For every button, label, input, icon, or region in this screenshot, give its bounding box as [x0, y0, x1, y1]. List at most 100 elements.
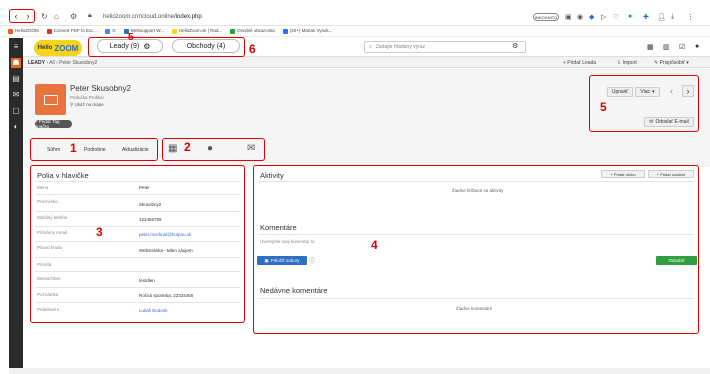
logo-hello: Hello — [37, 45, 53, 51]
edit-button[interactable]: Upraviť — [607, 87, 633, 97]
breadcrumb-all[interactable]: All — [49, 60, 55, 66]
recent-comments-empty: Žiadne komentáre — [456, 306, 493, 311]
send-comment-button[interactable]: Odoslať — [656, 256, 697, 265]
field-value[interactable]: Peter — [139, 185, 150, 190]
comment-tab-icon[interactable]: ● — [207, 143, 213, 154]
checkbox-icon[interactable]: ☑ — [679, 43, 685, 51]
url-path: /index.php — [174, 14, 202, 20]
calendar-tab-icon[interactable]: ▦ — [168, 143, 177, 154]
tab-obchody[interactable]: Obchody (4) — [172, 39, 240, 53]
forward-arrow-icon[interactable]: › — [27, 11, 30, 21]
send-email-label: Odoslať E-mail — [655, 119, 689, 125]
shield-icon[interactable]: ◆ — [589, 13, 594, 21]
activities-title: Aktivity — [260, 171, 284, 180]
field-value-email[interactable]: peter.mochnal@hotpou.sk — [139, 232, 191, 237]
search-input[interactable]: ⌕ Zadajte hľadaný výraz — [364, 41, 526, 53]
puzzle-icon[interactable]: ✚ — [643, 13, 649, 21]
contacts-icon[interactable]: ▤ — [11, 74, 21, 84]
url-host: heliozoom.crmcloud.online — [103, 14, 175, 20]
field-value-assignee[interactable]: Lukáš Bodonk — [139, 308, 168, 313]
send-email-button[interactable]: ✉ Odoslať E-mail — [644, 117, 694, 127]
settings-icon[interactable]: ◐ — [11, 122, 21, 132]
screenshot-icon[interactable]: ▣ — [565, 13, 572, 21]
menu-dots-icon[interactable]: ⋮ — [687, 13, 694, 21]
calendar-icon[interactable]: ▦ — [647, 43, 654, 51]
leads-icon[interactable]: ☗ — [11, 58, 21, 68]
envelope-icon: ✉ — [649, 119, 654, 125]
logo-zoom: ZOOM — [54, 43, 79, 53]
field-value[interactable]: Webstránka - Mám záujem — [139, 248, 193, 253]
field-value[interactable]: testdlen — [139, 278, 155, 283]
camera-icon[interactable]: ◉ — [577, 13, 583, 21]
home-icon[interactable]: ⌂ — [54, 12, 59, 21]
extension-icon[interactable]: ● — [628, 13, 632, 20]
previous-record-icon[interactable]: ‹ — [670, 86, 673, 96]
tab-leady-label: Leady (9) — [109, 42, 140, 50]
bookmark-favicon-icon — [171, 28, 177, 34]
tab-details[interactable]: Podrobne — [84, 147, 106, 153]
settings-gear-icon[interactable]: ⚙ — [143, 42, 150, 51]
record-tabs: Súhrn Podrobne Aktualizácie — [30, 138, 158, 161]
incognito-badge[interactable]: INKOGNITO — [533, 13, 559, 21]
breadcrumb-module[interactable]: LEADY — [28, 60, 45, 66]
record-address-label: Ukáž na mape — [74, 102, 104, 107]
search-placeholder: Zadajte hľadaný výraz — [375, 44, 426, 50]
back-arrow-icon[interactable]: ‹ — [15, 11, 18, 21]
field-value[interactable]: 123456789 — [139, 217, 162, 222]
recent-comments-title: Nedávne komentáre — [260, 286, 328, 295]
comment-input[interactable]: Uverejnite svoj komentár tu — [260, 239, 315, 244]
chart-icon[interactable]: ▥ — [663, 43, 670, 51]
customize-button[interactable]: ✎ Prispôsobiť ▾ — [654, 60, 689, 66]
send-icon[interactable]: ▷ — [601, 13, 606, 21]
bookmark-favicon-icon — [46, 28, 52, 34]
add-lead-button[interactable]: + Pridať Leada — [563, 60, 596, 66]
attach-label: Priložiť súbory — [270, 258, 300, 263]
docs-icon[interactable]: ▢ — [11, 106, 21, 116]
tab-updates[interactable]: Aktualizácie — [122, 147, 149, 153]
tab-summary[interactable]: Súhrn — [47, 147, 60, 153]
download-icon[interactable]: ⤓ — [671, 13, 674, 21]
divider — [35, 211, 240, 212]
comments-title: Komentáre — [260, 223, 297, 232]
field-label: Primárny email — [37, 230, 68, 235]
megaphone-icon[interactable]: ✉ — [11, 90, 21, 100]
info-icon[interactable]: ⓘ — [309, 256, 315, 265]
bookmark-item[interactable]: G — [105, 28, 116, 34]
reload-icon[interactable]: ↻ — [41, 12, 48, 21]
import-button[interactable]: ⇩ Import — [617, 60, 637, 66]
bookmark-item[interactable]: HelloZOOM — [8, 28, 39, 34]
search-icon: ⌕ — [369, 44, 372, 50]
bookmark-item[interactable]: HelloZoom.sk | Rad... — [171, 28, 222, 34]
customize-label: Prispôsobiť — [659, 60, 685, 66]
add-tag-button[interactable]: + Pridať Tag značku — [35, 119, 72, 129]
lock-icon: 🔒︎ — [88, 12, 92, 19]
header-fields-title: Polia v hlavičke — [37, 171, 89, 180]
next-record-icon[interactable]: › — [682, 85, 694, 97]
add-event-button[interactable]: + Pridať udalosť — [648, 170, 694, 178]
bookmark-item[interactable]: (20+) Marian Vysok... — [282, 28, 332, 34]
field-value[interactable]: Skusobny2 — [139, 202, 161, 207]
attach-files-button[interactable]: ▣ Priložiť súbory — [257, 256, 307, 265]
record-address-link[interactable]: ⚲ Ukáž na mape — [70, 102, 104, 108]
user-icon[interactable]: ● — [695, 43, 699, 50]
bookmark-item[interactable]: Ovcdné obrazovka — [230, 28, 275, 34]
field-label: Pridelené k — [37, 307, 60, 312]
bookmark-item[interactable]: Convert PDF to Exc... — [46, 28, 97, 34]
more-button[interactable]: Viac ▾ — [635, 87, 660, 97]
field-value[interactable]: Ročná spotreba: 22334455 — [139, 293, 193, 298]
address-bar[interactable]: heliozoom.crmcloud.online/index.php — [103, 14, 202, 20]
profile-icon[interactable]: 👤︎ — [657, 13, 666, 21]
heart-icon[interactable]: ♡ — [613, 13, 619, 21]
bookmark-favicon-icon — [282, 28, 288, 34]
tab-obchody-label: Obchody (4) — [186, 42, 226, 50]
app-logo[interactable]: Hello ZOOM — [34, 40, 82, 56]
divider — [35, 181, 240, 182]
annotation-label-4: 4 — [371, 238, 378, 252]
site-settings-icon[interactable]: ⚙ — [70, 12, 77, 21]
email-tab-icon[interactable]: ✉ — [247, 143, 255, 154]
map-pin-icon: ⚲ — [70, 102, 74, 107]
add-task-button[interactable]: + Pridať úlohu — [601, 170, 645, 178]
menu-hamburger-icon[interactable]: ≡ — [11, 42, 21, 52]
page-footer — [9, 368, 710, 374]
search-settings-icon[interactable]: ⚙ — [512, 42, 518, 50]
